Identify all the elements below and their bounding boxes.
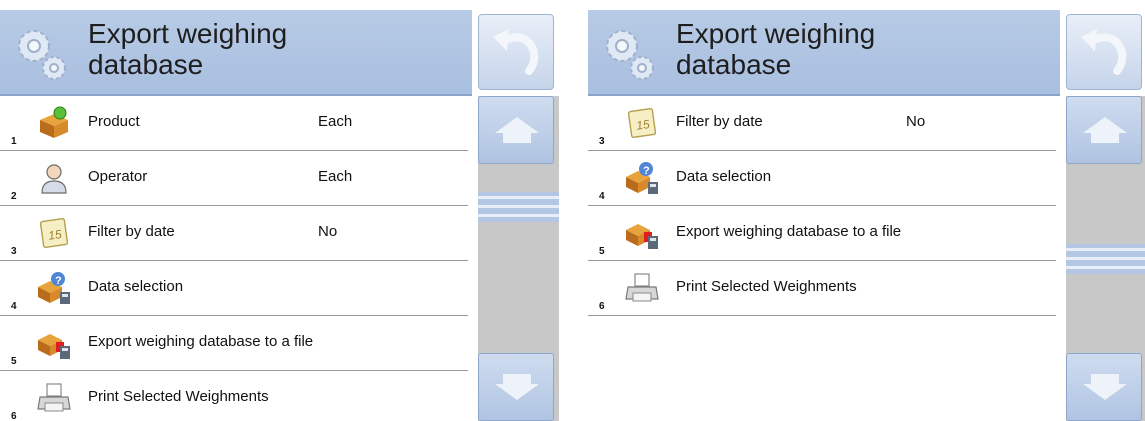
row-number: 3 xyxy=(599,136,605,147)
row-number: 4 xyxy=(599,191,605,202)
row-label: Filter by date xyxy=(676,113,763,130)
scroll-up-button[interactable] xyxy=(1066,96,1142,164)
menu-row[interactable]: 15 3 Filter by date No xyxy=(0,206,472,261)
menu-row[interactable]: 1 Product Each xyxy=(0,96,472,151)
header-bar: Export weighing database xyxy=(0,10,472,96)
row-number: 5 xyxy=(599,246,605,257)
page-title: Export weighing database xyxy=(88,18,288,80)
data-selection-icon: ? xyxy=(36,271,72,305)
menu-row[interactable]: 5 Export weighing database to a file xyxy=(588,206,1060,261)
menu-screen-top: Export weighing database 1 Product Each 2 Op… xyxy=(0,10,559,421)
row-value: No xyxy=(318,223,338,240)
menu-list: 1 Product Each 2 Operator Each 15 3 Filter by da… xyxy=(0,96,472,421)
row-number: 1 xyxy=(11,136,17,147)
settings-gears-icon xyxy=(606,30,654,80)
row-divider xyxy=(588,315,1056,316)
menu-list: 15 3 Filter by date No? 4 Data selection 5 Expo… xyxy=(588,96,1060,316)
row-number: 5 xyxy=(11,356,17,367)
scroll-thumb-grip xyxy=(1066,244,1145,274)
header-bar: Export weighing database xyxy=(588,10,1060,96)
menu-row[interactable]: 6 Print Selected Weighments xyxy=(0,371,472,421)
calendar-icon: 15 xyxy=(36,216,72,250)
arrow-down-icon xyxy=(1083,374,1127,400)
export-database-icon xyxy=(624,216,660,250)
menu-row[interactable]: ? 4 Data selection xyxy=(0,261,472,316)
row-label: Export weighing database to a file xyxy=(88,333,314,350)
undo-arrow-icon xyxy=(1081,29,1127,75)
menu-row[interactable]: 5 Export weighing database to a file xyxy=(0,316,472,371)
row-label: Data selection xyxy=(88,278,184,295)
row-label: Filter by date xyxy=(88,223,175,240)
menu-screen-scrolled: Export weighing database 15 3 Filter by da… xyxy=(588,10,1145,421)
arrow-up-icon xyxy=(1083,117,1127,143)
menu-row[interactable]: 2 Operator Each xyxy=(0,151,472,206)
row-number: 6 xyxy=(599,301,605,312)
row-number: 3 xyxy=(11,246,17,257)
row-label: Data selection xyxy=(676,168,772,185)
menu-row[interactable]: 6 Print Selected Weighments xyxy=(588,261,1060,316)
printer-icon xyxy=(36,381,72,415)
row-number: 6 xyxy=(11,411,17,421)
arrow-up-icon xyxy=(495,117,539,143)
row-label: Operator xyxy=(88,168,148,185)
menu-row[interactable]: ? 4 Data selection xyxy=(588,151,1060,206)
undo-arrow-icon xyxy=(493,29,539,75)
row-label: Print Selected Weighments xyxy=(676,278,857,295)
row-number: 4 xyxy=(11,301,17,312)
operator-icon xyxy=(36,161,72,195)
row-value: No xyxy=(906,113,926,130)
svg-text:15: 15 xyxy=(47,227,62,243)
svg-text:15: 15 xyxy=(635,117,650,133)
back-button[interactable] xyxy=(478,14,554,90)
row-number: 2 xyxy=(11,191,17,202)
scroll-thumb[interactable] xyxy=(478,186,559,228)
back-button[interactable] xyxy=(1066,14,1142,90)
menu-row[interactable]: 15 3 Filter by date No xyxy=(588,96,1060,151)
row-label: Print Selected Weighments xyxy=(88,388,269,405)
svg-text:?: ? xyxy=(643,165,650,177)
product-icon xyxy=(36,106,72,140)
row-label: Export weighing database to a file xyxy=(676,223,902,240)
scroll-up-button[interactable] xyxy=(478,96,554,164)
page-title: Export weighing database xyxy=(676,18,876,80)
svg-text:?: ? xyxy=(55,275,62,287)
scroll-down-button[interactable] xyxy=(1066,353,1142,421)
scroll-down-button[interactable] xyxy=(478,353,554,421)
row-label: Product xyxy=(88,113,140,130)
scroll-thumb-grip xyxy=(478,192,559,222)
calendar-icon: 15 xyxy=(624,106,660,140)
scrollbar[interactable] xyxy=(1066,96,1145,421)
data-selection-icon: ? xyxy=(624,161,660,195)
scroll-thumb[interactable] xyxy=(1066,238,1145,280)
printer-icon xyxy=(624,271,660,305)
export-database-icon xyxy=(36,326,72,360)
scrollbar[interactable] xyxy=(478,96,559,421)
arrow-down-icon xyxy=(495,374,539,400)
row-value: Each xyxy=(318,113,353,130)
settings-gears-icon xyxy=(18,30,66,80)
row-value: Each xyxy=(318,168,353,185)
